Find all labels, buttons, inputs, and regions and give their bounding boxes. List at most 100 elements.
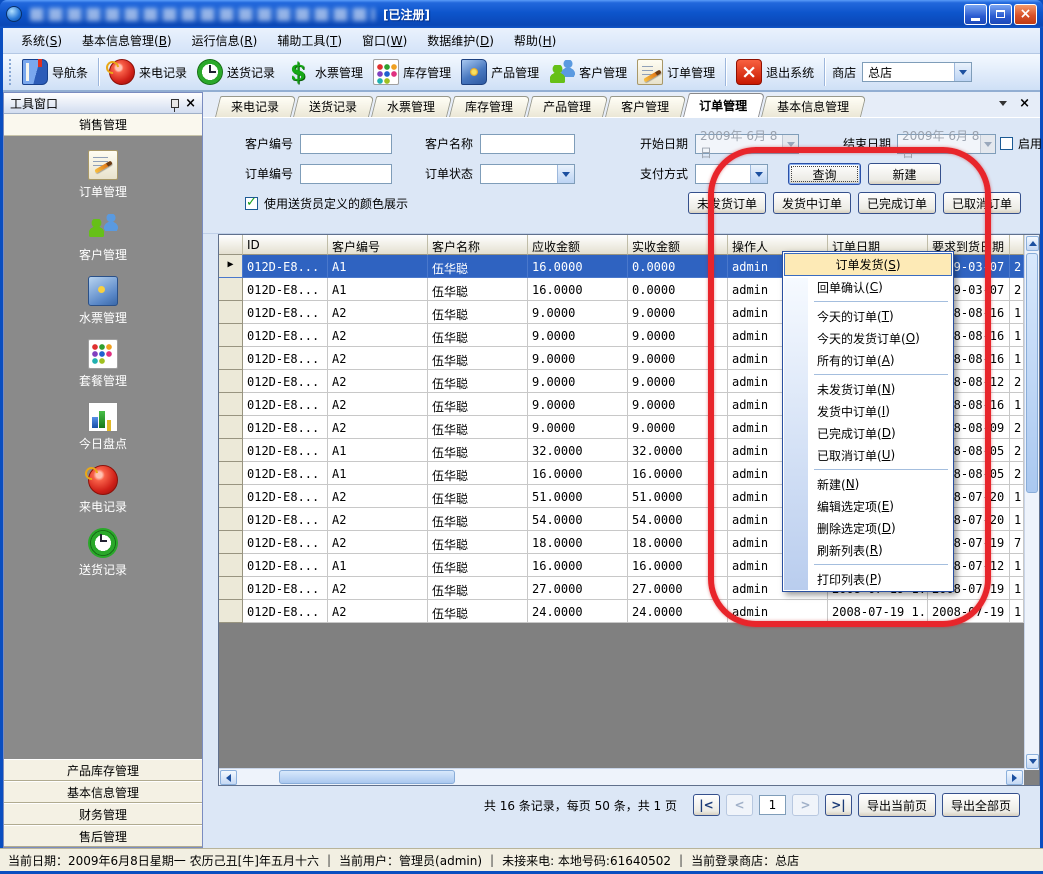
page-number-input[interactable] bbox=[759, 795, 786, 815]
menu-item[interactable]: 帮助(H) bbox=[504, 28, 566, 53]
order-status-combobox[interactable] bbox=[480, 164, 575, 184]
menu-item[interactable]: 运行信息(R) bbox=[182, 28, 268, 53]
end-date-arrow[interactable] bbox=[980, 135, 995, 153]
scroll-up-arrow[interactable] bbox=[1026, 236, 1039, 251]
sidebar-group-button[interactable]: 产品库存管理 bbox=[4, 759, 202, 781]
filter-button[interactable]: 已取消订单 bbox=[943, 192, 1021, 214]
vertical-scrollbar[interactable] bbox=[1024, 235, 1039, 770]
tab-基本信息管理[interactable]: 基本信息管理 bbox=[761, 96, 861, 117]
tab-来电记录[interactable]: 来电记录 bbox=[215, 96, 291, 117]
sidebar-item-bell[interactable]: 来电记录 bbox=[79, 465, 127, 515]
search-button[interactable]: 查询 bbox=[788, 163, 861, 185]
tab-库存管理[interactable]: 库存管理 bbox=[449, 96, 525, 117]
grid-column-header[interactable]: 客户名称 bbox=[428, 235, 528, 255]
next-page-button[interactable]: > bbox=[792, 794, 819, 816]
context-menu-item[interactable]: 发货中订单(I) bbox=[784, 400, 952, 422]
toolbar-button-clock[interactable]: 送货记录 bbox=[192, 57, 280, 87]
pay-method-arrow[interactable] bbox=[750, 165, 767, 183]
context-menu-item[interactable]: 新建(N) bbox=[784, 473, 952, 495]
toolbar-button-nav[interactable]: 导航条 bbox=[17, 57, 93, 87]
prev-page-button[interactable]: < bbox=[726, 794, 753, 816]
toolbar-button-dollar[interactable]: 水票管理 bbox=[280, 57, 368, 87]
color-display-checkbox[interactable] bbox=[245, 197, 258, 210]
context-menu-item[interactable]: 已取消订单(U) bbox=[784, 444, 952, 466]
new-button[interactable]: 新建 bbox=[868, 163, 941, 185]
tab-产品管理[interactable]: 产品管理 bbox=[527, 96, 603, 117]
tab-客户管理[interactable]: 客户管理 bbox=[605, 96, 681, 117]
customer-name-input[interactable] bbox=[480, 134, 575, 154]
toolbar-button-order[interactable]: 订单管理 bbox=[632, 57, 720, 87]
enable-checkbox[interactable] bbox=[1000, 137, 1013, 150]
shop-combobox[interactable]: 总店 bbox=[862, 62, 972, 82]
sidebar-item-customers[interactable]: 客户管理 bbox=[79, 213, 127, 263]
tab-送货记录[interactable]: 送货记录 bbox=[293, 96, 369, 117]
scroll-left-arrow[interactable] bbox=[220, 770, 237, 785]
toolbar-button-bell[interactable]: 来电记录 bbox=[104, 57, 192, 87]
context-menu-item[interactable]: 刷新列表(R) bbox=[784, 539, 952, 561]
toolbar-button-customers[interactable]: 客户管理 bbox=[544, 57, 632, 87]
context-menu-item[interactable]: 所有的订单(A) bbox=[784, 349, 952, 371]
tab-水票管理[interactable]: 水票管理 bbox=[371, 96, 447, 117]
context-menu-item[interactable]: 今天的订单(T) bbox=[784, 305, 952, 327]
context-menu-item[interactable]: 回单确认(C) bbox=[784, 276, 952, 298]
sidebar-group-button[interactable]: 财务管理 bbox=[4, 803, 202, 825]
toolbar-grip[interactable] bbox=[9, 59, 13, 85]
horizontal-scroll-thumb[interactable] bbox=[279, 770, 455, 784]
table-row[interactable]: 012D-E8...A2伍华聪24.000024.0000admin2008-0… bbox=[219, 600, 1024, 623]
menu-item[interactable]: 系统(S) bbox=[11, 28, 72, 53]
filter-button[interactable]: 已完成订单 bbox=[858, 192, 936, 214]
sidebar-group-button[interactable]: 售后管理 bbox=[4, 825, 202, 847]
order-status-arrow[interactable] bbox=[557, 165, 574, 183]
tab-订单管理[interactable]: 订单管理 bbox=[683, 93, 759, 117]
context-menu-item[interactable]: 订单发货(S) bbox=[784, 253, 952, 276]
filter-button[interactable]: 未发货订单 bbox=[688, 192, 766, 214]
grid-column-header[interactable]: 客户编号 bbox=[328, 235, 428, 255]
grid-column-header[interactable]: 应收金额 bbox=[528, 235, 628, 255]
tab-close-icon[interactable]: × bbox=[1019, 96, 1030, 111]
export-all-pages-button[interactable]: 导出全部页 bbox=[942, 793, 1020, 817]
scroll-down-arrow[interactable] bbox=[1026, 754, 1039, 769]
vertical-scroll-thumb[interactable] bbox=[1026, 253, 1038, 493]
context-menu-item[interactable]: 已完成订单(D) bbox=[784, 422, 952, 444]
grid-column-header[interactable]: 实收金额 bbox=[628, 235, 728, 255]
sidebar-group-button[interactable]: 基本信息管理 bbox=[4, 781, 202, 803]
pay-method-combobox[interactable] bbox=[695, 164, 768, 184]
sidebar-item-order[interactable]: 订单管理 bbox=[79, 150, 127, 200]
context-menu-item[interactable]: 打印列表(P) bbox=[784, 568, 952, 590]
start-date-arrow[interactable] bbox=[782, 135, 798, 153]
export-current-page-button[interactable]: 导出当前页 bbox=[858, 793, 936, 817]
sidebar-item-package[interactable]: 套餐管理 bbox=[79, 339, 127, 389]
restore-button[interactable] bbox=[989, 4, 1012, 25]
first-page-button[interactable]: |< bbox=[693, 794, 720, 816]
toolbar-button-product[interactable]: 产品管理 bbox=[456, 57, 544, 87]
last-page-button[interactable]: >| bbox=[825, 794, 852, 816]
context-menu-item[interactable]: 未发货订单(N) bbox=[784, 378, 952, 400]
minimize-button[interactable] bbox=[964, 4, 987, 25]
sidebar-close-icon[interactable]: × bbox=[185, 97, 196, 110]
end-date-picker[interactable]: 2009年 6月 8日 bbox=[897, 134, 996, 154]
context-menu-item[interactable]: 编辑选定项(E) bbox=[784, 495, 952, 517]
customer-no-input[interactable] bbox=[300, 134, 392, 154]
shop-combobox-arrow[interactable] bbox=[954, 63, 971, 81]
menu-item[interactable]: 辅助工具(T) bbox=[267, 28, 352, 53]
filter-button[interactable]: 发货中订单 bbox=[773, 192, 851, 214]
toolbar-button-inventory[interactable]: 库存管理 bbox=[368, 57, 456, 87]
grid-column-header[interactable]: ID bbox=[243, 235, 328, 255]
menu-item[interactable]: 基本信息管理(B) bbox=[72, 28, 182, 53]
context-menu-item[interactable]: 今天的发货订单(O) bbox=[784, 327, 952, 349]
sidebar-item-ticket[interactable]: 水票管理 bbox=[79, 276, 127, 326]
pin-icon[interactable] bbox=[171, 99, 179, 108]
toolbar-button-exit[interactable]: 退出系统 bbox=[731, 57, 819, 87]
horizontal-scrollbar[interactable] bbox=[219, 768, 1024, 785]
start-date-picker[interactable]: 2009年 6月 8日 bbox=[695, 134, 799, 154]
context-menu-item[interactable]: 删除选定项(D) bbox=[784, 517, 952, 539]
sidebar-item-chart[interactable]: 今日盘点 bbox=[79, 402, 127, 452]
sidebar-item-clock[interactable]: 送货记录 bbox=[79, 528, 127, 578]
menu-item[interactable]: 窗口(W) bbox=[352, 28, 417, 53]
menu-item[interactable]: 数据维护(D) bbox=[417, 28, 504, 53]
order-no-input[interactable] bbox=[300, 164, 392, 184]
close-button[interactable]: × bbox=[1014, 4, 1037, 25]
sidebar-group-sales[interactable]: 销售管理 bbox=[4, 114, 202, 136]
scroll-right-arrow[interactable] bbox=[1006, 770, 1023, 785]
tab-scroll-down-icon[interactable] bbox=[999, 101, 1007, 106]
